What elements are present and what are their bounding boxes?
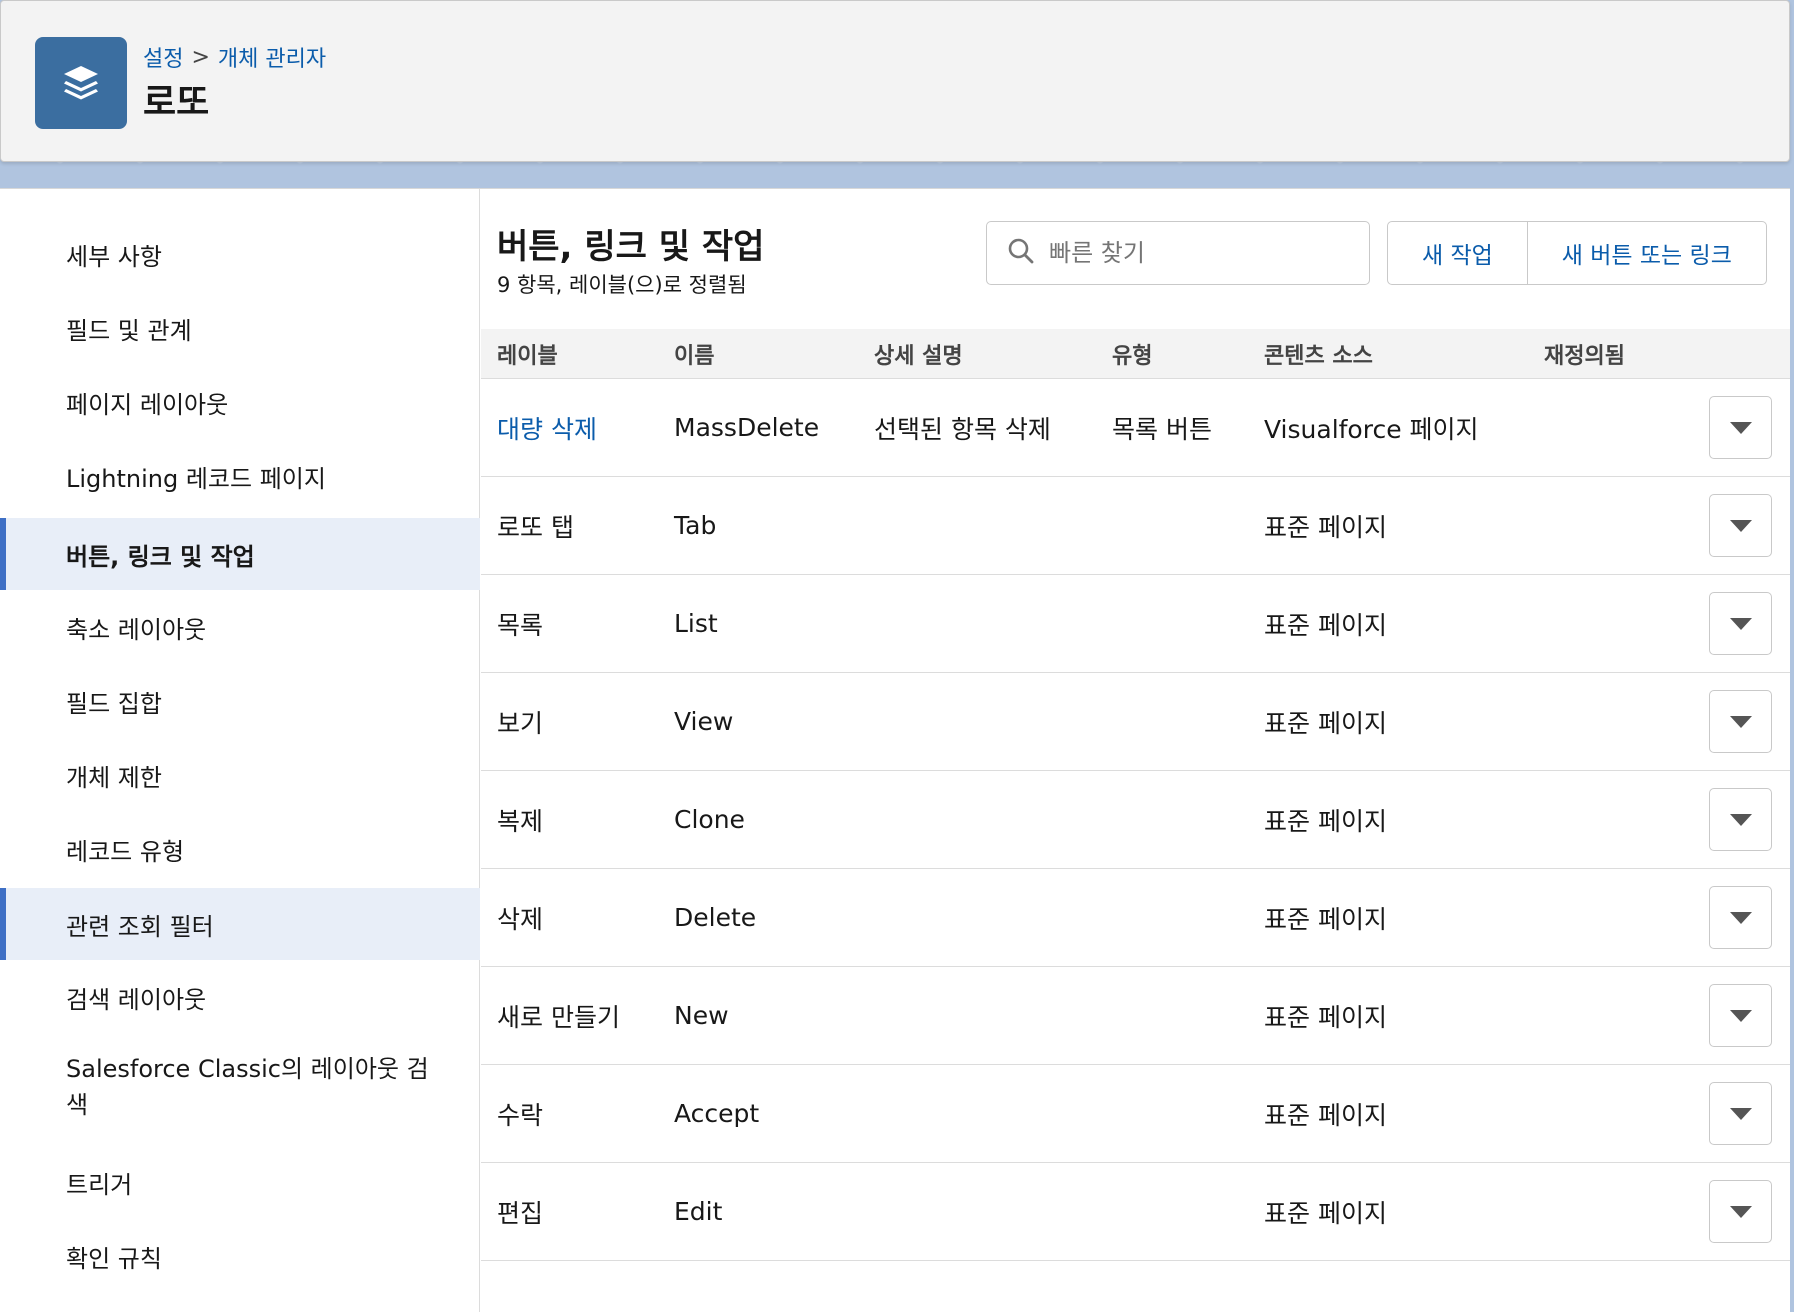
chevron-down-icon — [1729, 813, 1752, 826]
table-row: 복제 Clone 표준 페이지 — [481, 771, 1790, 869]
quick-find-search — [986, 221, 1370, 285]
row-name: Clone — [674, 805, 745, 834]
table-row: 새로 만들기 New 표준 페이지 — [481, 967, 1790, 1065]
row-actions-menu-button[interactable] — [1709, 592, 1772, 655]
chevron-down-icon — [1729, 617, 1752, 630]
table-row: 목록 List 표준 페이지 — [481, 575, 1790, 673]
table-row: 수락 Accept 표준 페이지 — [481, 1065, 1790, 1163]
row-name: Accept — [674, 1099, 760, 1128]
chevron-down-icon — [1729, 1107, 1752, 1120]
column-header-overridden[interactable]: 재정의됨 — [1544, 329, 1625, 379]
sidebar-item-details[interactable]: 세부 사항 — [0, 217, 480, 291]
chevron-down-icon — [1729, 421, 1752, 434]
row-content-source: 표준 페이지 — [1264, 1100, 1387, 1130]
row-actions-menu-button[interactable] — [1709, 396, 1772, 459]
row-label: 로또 탭 — [497, 512, 574, 542]
row-actions-menu-button[interactable] — [1709, 788, 1772, 851]
table-row: 로또 탭 Tab 표준 페이지 — [481, 477, 1790, 575]
row-label: 수락 — [497, 1100, 544, 1130]
row-actions-menu-button[interactable] — [1709, 886, 1772, 949]
row-label: 보기 — [497, 708, 544, 738]
row-content-source: 표준 페이지 — [1264, 610, 1387, 640]
table-header: 레이블 이름 상세 설명 유형 콘텐츠 소스 재정의됨 — [481, 329, 1790, 379]
row-label: 편집 — [497, 1198, 544, 1228]
row-name: Delete — [674, 903, 757, 932]
layers-icon — [35, 37, 127, 129]
row-label: 삭제 — [497, 904, 544, 934]
row-name: Tab — [674, 511, 717, 540]
content-area: 버튼, 링크 및 작업 9 항목, 레이블(으)로 정렬됨 새 작업 새 버튼 … — [481, 189, 1790, 1312]
sidebar-item-classic-search-layouts[interactable]: Salesforce Classic의 레이아웃 검색 — [0, 1041, 480, 1133]
sidebar-item-validation-rules[interactable]: 확인 규칙 — [0, 1219, 480, 1293]
row-actions-menu-button[interactable] — [1709, 1082, 1772, 1145]
row-actions-menu-button[interactable] — [1709, 494, 1772, 557]
row-name: Edit — [674, 1197, 723, 1226]
row-content-source: 표준 페이지 — [1264, 1198, 1387, 1228]
row-actions-menu-button[interactable] — [1709, 690, 1772, 753]
column-header-description[interactable]: 상세 설명 — [874, 329, 963, 379]
row-actions-menu-button[interactable] — [1709, 984, 1772, 1047]
sidebar-item-fields-relationships[interactable]: 필드 및 관계 — [0, 291, 480, 365]
chevron-down-icon — [1729, 715, 1752, 728]
sidebar: 세부 사항 필드 및 관계 페이지 레이아웃 Lightning 레코드 페이지… — [0, 189, 480, 1312]
table-row: 보기 View 표준 페이지 — [481, 673, 1790, 771]
row-label-link[interactable]: 대량 삭제 — [497, 379, 597, 476]
table-row: 삭제 Delete 표준 페이지 — [481, 869, 1790, 967]
breadcrumb-separator: > — [191, 44, 210, 70]
sidebar-item-compact-layouts[interactable]: 축소 레이아웃 — [0, 590, 480, 664]
action-button-group: 새 작업 새 버튼 또는 링크 — [1387, 221, 1767, 285]
page-header: 설정 > 개체 관리자 로또 — [0, 0, 1790, 162]
section-title: 버튼, 링크 및 작업 — [497, 227, 765, 267]
page-title: 로또 — [143, 82, 210, 123]
row-content-source: 표준 페이지 — [1264, 1002, 1387, 1032]
sidebar-item-search-layouts[interactable]: 검색 레이아웃 — [0, 960, 480, 1034]
chevron-down-icon — [1729, 1205, 1752, 1218]
column-header-type[interactable]: 유형 — [1112, 329, 1152, 379]
breadcrumb-setup[interactable]: 설정 — [143, 41, 183, 73]
sidebar-item-lightning-record-pages[interactable]: Lightning 레코드 페이지 — [0, 439, 480, 513]
row-type: 목록 버튼 — [1112, 414, 1212, 444]
row-content-source: 표준 페이지 — [1264, 806, 1387, 836]
sidebar-item-buttons-links-actions[interactable]: 버튼, 링크 및 작업 — [0, 518, 480, 590]
search-icon — [1007, 237, 1035, 269]
table-row: 편집 Edit 표준 페이지 — [481, 1163, 1790, 1261]
row-name: New — [674, 1001, 729, 1030]
sidebar-item-object-limits[interactable]: 개체 제한 — [0, 738, 480, 812]
sidebar-item-field-sets[interactable]: 필드 집합 — [0, 664, 480, 738]
row-description: 선택된 항목 삭제 — [874, 414, 1051, 444]
column-header-name[interactable]: 이름 — [674, 329, 714, 379]
new-button-or-link-button[interactable]: 새 버튼 또는 링크 — [1526, 222, 1766, 284]
chevron-down-icon — [1729, 911, 1752, 924]
row-content-source: 표준 페이지 — [1264, 904, 1387, 934]
table-row: 대량 삭제 MassDelete 선택된 항목 삭제 목록 버튼 Visualf… — [481, 379, 1790, 477]
row-name: MassDelete — [674, 413, 820, 442]
chevron-down-icon — [1729, 519, 1752, 532]
row-content-source: Visualforce 페이지 — [1264, 414, 1479, 444]
column-header-label[interactable]: 레이블 — [497, 329, 558, 379]
breadcrumb: 설정 > 개체 관리자 — [143, 41, 326, 73]
main-panel: 세부 사항 필드 및 관계 페이지 레이아웃 Lightning 레코드 페이지… — [0, 188, 1790, 1312]
row-name: List — [674, 609, 718, 638]
sidebar-item-record-types[interactable]: 레코드 유형 — [0, 812, 480, 886]
chevron-down-icon — [1729, 1009, 1752, 1022]
row-label: 목록 — [497, 610, 544, 640]
row-label: 복제 — [497, 806, 544, 836]
breadcrumb-object-manager[interactable]: 개체 관리자 — [218, 41, 326, 73]
new-action-button[interactable]: 새 작업 — [1388, 222, 1527, 284]
row-content-source: 표준 페이지 — [1264, 512, 1387, 542]
sidebar-item-page-layouts[interactable]: 페이지 레이아웃 — [0, 365, 480, 439]
row-actions-menu-button[interactable] — [1709, 1180, 1772, 1243]
item-count: 9 항목, 레이블(으)로 정렬됨 — [497, 273, 747, 297]
column-header-content-source[interactable]: 콘텐츠 소스 — [1264, 329, 1373, 379]
row-content-source: 표준 페이지 — [1264, 708, 1387, 738]
search-input[interactable] — [1049, 239, 1349, 267]
sidebar-item-triggers[interactable]: 트리거 — [0, 1145, 480, 1219]
row-name: View — [674, 707, 734, 736]
sidebar-item-related-lookup-filters[interactable]: 관련 조회 필터 — [0, 888, 480, 960]
row-label: 새로 만들기 — [497, 1002, 620, 1032]
